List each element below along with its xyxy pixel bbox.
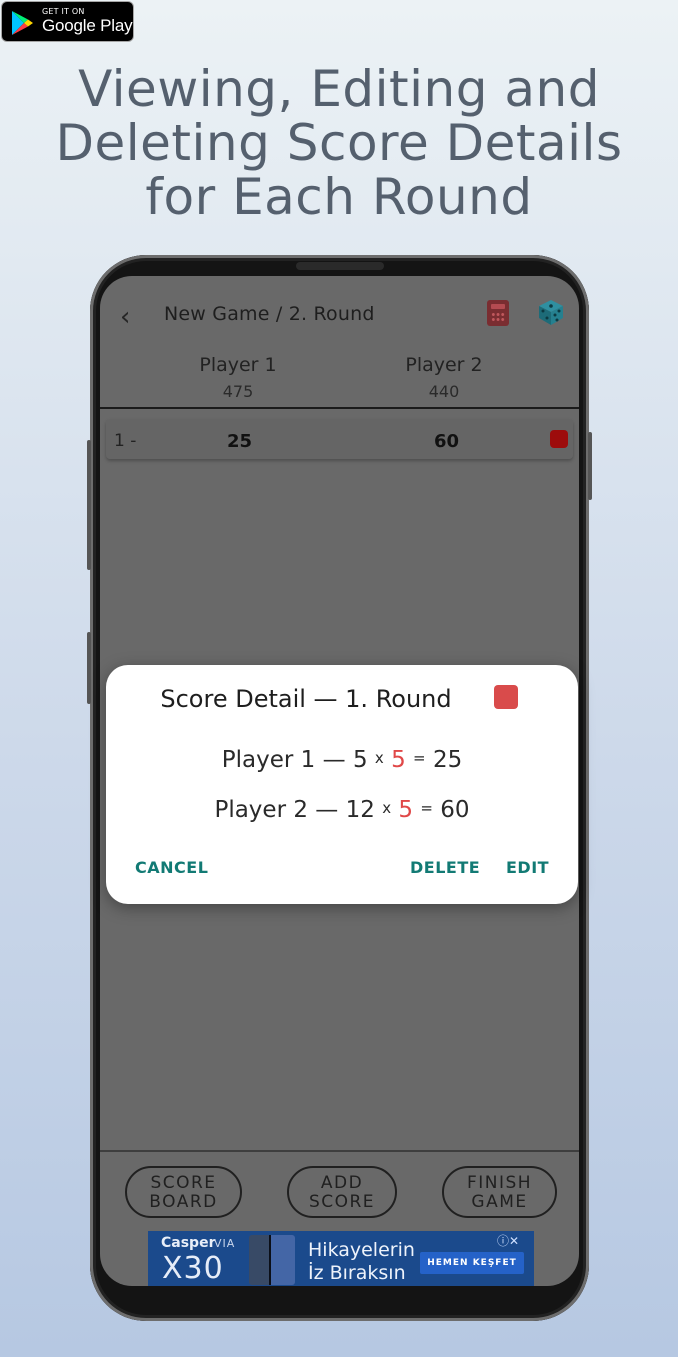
button-label-line: SCORE <box>150 1173 217 1193</box>
detail-equals: = <box>420 799 433 817</box>
detail-multiply: x <box>382 799 392 817</box>
phone-power-button <box>588 432 592 500</box>
ad-headline-2: İz Bıraksın <box>308 1262 406 1284</box>
round-color-marker <box>550 430 568 448</box>
ad-banner[interactable]: Casper VIA X30 Hikayelerin İz Bıraksın H… <box>148 1231 534 1286</box>
detail-equals: = <box>413 749 426 767</box>
header-divider <box>100 407 579 409</box>
calculator-display <box>491 304 505 309</box>
edit-button[interactable]: EDIT <box>506 858 549 877</box>
score-detail-dialog: Score Detail — 1. Round Player 1 — 5 x 5… <box>106 665 578 904</box>
button-label-line: ADD <box>320 1173 364 1193</box>
score-board-button[interactable]: SCORE BOARD <box>125 1166 242 1218</box>
add-score-button[interactable]: ADD SCORE <box>287 1166 397 1218</box>
round-row[interactable]: 1 - 25 60 <box>106 419 573 459</box>
ad-headline-1: Hikayelerin <box>308 1239 415 1261</box>
dialog-title: Score Detail — 1. Round <box>160 685 452 713</box>
bottom-divider <box>100 1150 579 1152</box>
ad-brand: Casper <box>161 1235 216 1251</box>
badge-small-text: GET IT ON <box>42 7 85 16</box>
detail-separator: — <box>307 797 346 823</box>
detail-line-player-2: Player 2 — 12 x 5 = 60 <box>106 797 578 823</box>
phone-speaker <box>296 262 384 270</box>
ad-model: X30 <box>162 1251 224 1286</box>
player-name: Player 1 <box>199 354 277 376</box>
detail-result: 60 <box>440 797 470 823</box>
ad-close-icon[interactable]: ⓘ✕ <box>497 1232 519 1249</box>
ad-phone-image <box>249 1235 295 1285</box>
detail-multiplier: 5 <box>398 797 414 823</box>
player-1-column: Player 1 475 <box>168 354 308 401</box>
players-header: Player 1 475 Player 2 440 <box>100 354 579 406</box>
button-label-line: GAME <box>471 1192 528 1212</box>
back-arrow-icon[interactable]: ‹ <box>120 302 130 332</box>
phone-side-button <box>87 440 91 570</box>
detail-separator: — <box>315 747 353 773</box>
detail-result: 25 <box>432 747 463 773</box>
top-bar: ‹ New Game / 2. Round <box>100 276 579 356</box>
detail-player: Player 1 <box>221 747 316 773</box>
detail-line-player-1: Player 1 — 5 x 5 = 25 <box>106 747 578 773</box>
detail-base: 5 <box>352 747 368 773</box>
headline-line-3: for Each Round <box>145 168 533 226</box>
calculator-icon[interactable] <box>487 300 509 326</box>
calculator-keys <box>491 312 505 322</box>
ad-cta-button[interactable]: HEMEN KEŞFET <box>420 1252 524 1274</box>
breadcrumb: New Game / 2. Round <box>164 303 375 325</box>
ad-via: VIA <box>214 1237 236 1250</box>
button-label-line: BOARD <box>149 1192 218 1212</box>
player-total: 475 <box>222 382 254 401</box>
promo-headline: Viewing, Editing and Deleting Score Deta… <box>0 62 678 224</box>
phone-side-button <box>87 632 91 704</box>
dice-icon[interactable] <box>537 298 565 326</box>
detail-multiply: x <box>374 749 384 767</box>
delete-button[interactable]: DELETE <box>410 858 480 877</box>
cancel-button[interactable]: CANCEL <box>135 858 208 877</box>
round-index: 1 - <box>114 431 137 451</box>
badge-big-text: Google Play <box>42 16 133 35</box>
google-play-icon <box>12 11 33 35</box>
headline-line-2: Deleting Score Details <box>55 114 623 172</box>
button-label-line: FINISH <box>466 1173 533 1193</box>
detail-base: 12 <box>345 797 375 823</box>
round-color-marker <box>494 685 518 709</box>
button-label-line: SCORE <box>308 1192 376 1212</box>
round-score-player-2: 60 <box>434 431 460 452</box>
player-total: 440 <box>428 382 460 401</box>
google-play-badge[interactable]: GET IT ON Google Play <box>1 1 134 42</box>
round-score-player-1: 25 <box>227 431 253 452</box>
finish-game-button[interactable]: FINISH GAME <box>442 1166 557 1218</box>
headline-line-1: Viewing, Editing and <box>78 60 600 118</box>
player-2-column: Player 2 440 <box>374 354 514 401</box>
detail-multiplier: 5 <box>391 747 406 773</box>
player-name: Player 2 <box>405 354 483 376</box>
detail-player: Player 2 <box>214 797 308 823</box>
